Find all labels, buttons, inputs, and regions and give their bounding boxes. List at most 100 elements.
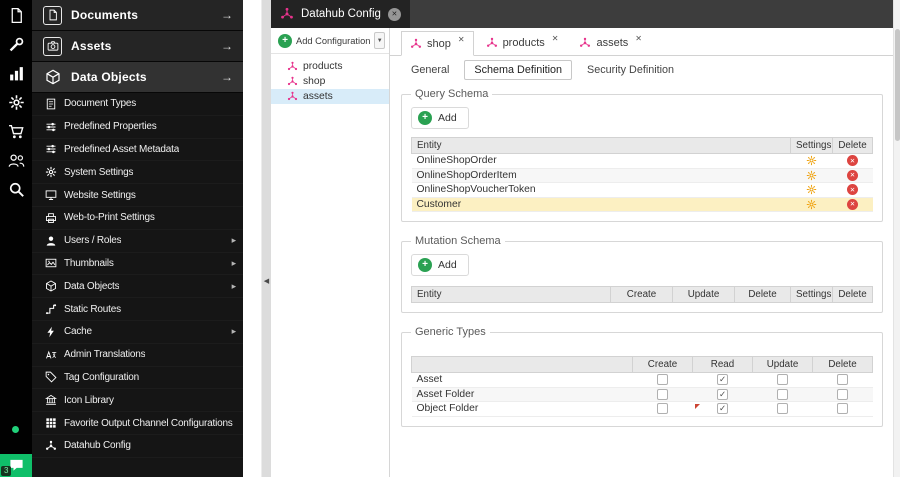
generic-row-asset[interactable]: Asset (411, 372, 873, 388)
subtab-schema-definition[interactable]: Schema Definition (464, 59, 573, 80)
query-row-onlineshoporderitem[interactable]: OnlineShopOrderItem (411, 168, 873, 183)
configuration-tree: products shop assets (271, 54, 389, 104)
column-header-settings[interactable]: Settings (790, 137, 833, 154)
create-checkbox[interactable] (657, 388, 668, 400)
arrow-right-icon (221, 8, 233, 22)
settings-shortcut-icon[interactable] (8, 94, 25, 111)
query-row-onlineshopvouchertoken[interactable]: OnlineShopVoucherToken (411, 182, 873, 198)
delete-icon[interactable] (847, 184, 858, 196)
sidebar-collapse-strip[interactable] (262, 0, 271, 477)
delete-icon[interactable] (847, 198, 858, 210)
update-checkbox[interactable] (777, 403, 788, 415)
tree-item-products[interactable]: products (271, 59, 389, 74)
generic-row-object-folder[interactable]: Object Folder (411, 401, 873, 417)
read-checkbox[interactable] (717, 374, 728, 386)
delete-icon[interactable] (847, 155, 858, 167)
editor-tab-products[interactable]: products (477, 30, 568, 55)
sidebar-item-icon-library[interactable]: Icon Library (32, 389, 243, 412)
sidebar-section-assets[interactable]: Assets (32, 31, 243, 62)
gear-icon[interactable] (806, 199, 817, 210)
add-configuration-dropdown[interactable] (374, 32, 385, 49)
close-icon[interactable] (387, 7, 401, 21)
menu-item-label: Data Objects (64, 280, 120, 292)
read-checkbox[interactable] (717, 403, 728, 415)
sidebar-item-data-objects[interactable]: Data Objects (32, 275, 243, 298)
sidebar-item-website-settings[interactable]: Website Settings (32, 184, 243, 207)
mutation-schema-table: Entity Create Update Delete Settings Delete (411, 286, 873, 303)
sidebar-menu: Document Types Predefined Properties Prede… (32, 93, 243, 458)
tree-item-shop[interactable]: shop (271, 74, 389, 89)
tools-icon[interactable] (8, 36, 25, 53)
collapse-left-icon (262, 277, 271, 287)
sidebar-section-data-objects[interactable]: Data Objects (32, 62, 243, 93)
notifications-button[interactable]: 3 (0, 454, 32, 477)
column-header-delete[interactable]: Delete (812, 356, 873, 373)
tab-datahub-config[interactable]: Datahub Config (271, 0, 410, 28)
close-icon[interactable] (635, 34, 642, 43)
sidebar-item-static-routes[interactable]: Static Routes (32, 298, 243, 321)
gear-icon[interactable] (806, 184, 817, 195)
close-icon[interactable] (458, 35, 465, 44)
sidebar-item-users-roles[interactable]: Users / Roles (32, 230, 243, 253)
delete-checkbox[interactable] (837, 374, 848, 386)
scrollbar-thumb[interactable] (895, 29, 900, 141)
delete-checkbox[interactable] (837, 403, 848, 415)
close-icon[interactable] (552, 34, 559, 43)
column-header-delete[interactable]: Delete (832, 286, 873, 303)
tree-item-assets[interactable]: assets (271, 89, 389, 104)
sidebar-item-predefined-asset-metadata[interactable]: Predefined Asset Metadata (32, 139, 243, 162)
column-header-entity[interactable]: Entity (411, 137, 791, 154)
column-header-read[interactable]: Read (692, 356, 753, 373)
type-name-cell: Asset Folder (411, 387, 633, 402)
users-shortcut-icon[interactable] (8, 152, 25, 169)
editor-tab-shop[interactable]: shop (401, 31, 474, 56)
read-checkbox[interactable] (717, 388, 728, 400)
editor-tab-assets[interactable]: assets (570, 30, 651, 55)
gear-icon[interactable] (806, 170, 817, 181)
column-header-settings[interactable]: Settings (790, 286, 833, 303)
sidebar-item-tag-configuration[interactable]: Tag Configuration (32, 367, 243, 390)
create-checkbox[interactable] (657, 374, 668, 386)
sidebar-item-thumbnails[interactable]: Thumbnails (32, 253, 243, 276)
editor-tab-label: shop (427, 37, 451, 50)
delete-checkbox[interactable] (837, 388, 848, 400)
generic-row-asset-folder[interactable]: Asset Folder (411, 387, 873, 402)
column-header-delete[interactable]: Delete (832, 137, 873, 154)
sidebar-item-document-types[interactable]: Document Types (32, 93, 243, 116)
column-header-blank[interactable] (411, 356, 633, 373)
add-configuration-button[interactable]: Add Configuration (296, 36, 370, 46)
query-schema-header: Entity Settings Delete (411, 137, 873, 154)
subtab-general[interactable]: General (401, 60, 459, 80)
query-schema-add-button[interactable]: Add (411, 107, 469, 129)
sidebar-item-system-settings[interactable]: System Settings (32, 161, 243, 184)
sidebar-item-favorite-output-channel-configurations[interactable]: Favorite Output Channel Configurations (32, 412, 243, 435)
reports-icon[interactable] (8, 65, 25, 82)
sidebar-item-admin-translations[interactable]: Admin Translations (32, 344, 243, 367)
subtab-security-definition[interactable]: Security Definition (577, 60, 684, 80)
vertical-scrollbar[interactable] (893, 0, 900, 477)
update-checkbox[interactable] (777, 388, 788, 400)
delete-icon[interactable] (847, 169, 858, 181)
column-header-delete[interactable]: Delete (734, 286, 791, 303)
sidebar-section-documents[interactable]: Documents (32, 0, 243, 31)
search-icon[interactable] (8, 181, 25, 198)
sidebar-item-web-to-print-settings[interactable]: Web-to-Print Settings (32, 207, 243, 230)
query-row-customer[interactable]: Customer (411, 197, 873, 212)
column-header-update[interactable]: Update (752, 356, 813, 373)
create-checkbox[interactable] (657, 403, 668, 415)
column-header-entity[interactable]: Entity (411, 286, 611, 303)
update-checkbox[interactable] (777, 374, 788, 386)
sidebar-item-datahub-config[interactable]: Datahub Config (32, 435, 243, 458)
column-header-create[interactable]: Create (610, 286, 673, 303)
sidebar-item-cache[interactable]: Cache (32, 321, 243, 344)
gear-icon[interactable] (806, 155, 817, 166)
column-header-create[interactable]: Create (632, 356, 693, 373)
column-header-update[interactable]: Update (672, 286, 735, 303)
lightning-icon (45, 326, 57, 338)
delete-cell (812, 372, 873, 388)
query-row-onlineshoporder[interactable]: OnlineShopOrder (411, 153, 873, 169)
mutation-schema-add-button[interactable]: Add (411, 254, 469, 276)
documents-shortcut-icon[interactable] (8, 7, 25, 24)
sidebar-item-predefined-properties[interactable]: Predefined Properties (32, 116, 243, 139)
ecommerce-icon[interactable] (8, 123, 25, 140)
